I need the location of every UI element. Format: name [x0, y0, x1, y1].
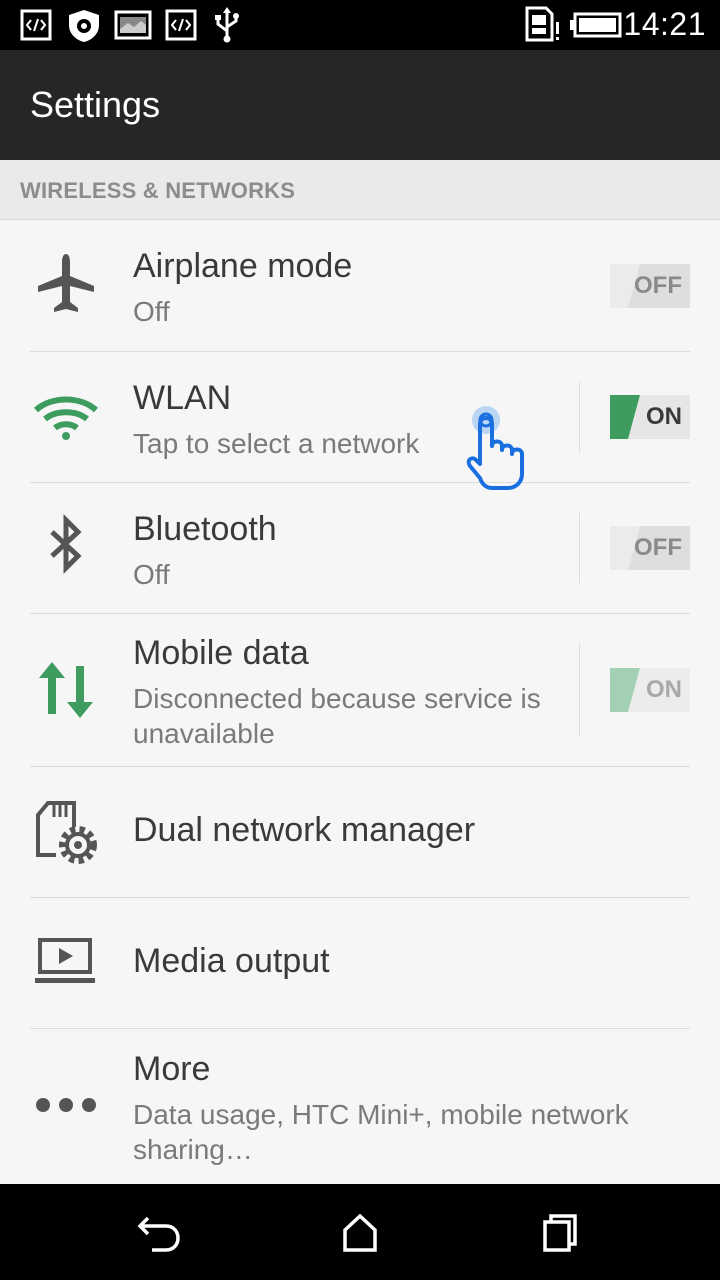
- section-title: WIRELESS & NETWORKS: [20, 178, 296, 203]
- code-icon: [165, 9, 197, 41]
- section-header: WIRELESS & NETWORKS: [0, 160, 720, 220]
- more-dots-icon: [36, 1098, 96, 1112]
- setting-subtitle: Off: [133, 559, 170, 590]
- usb-icon: [215, 7, 239, 43]
- setting-mobile-data[interactable]: Mobile data Disconnected because service…: [0, 614, 720, 767]
- image-icon: [114, 10, 152, 40]
- setting-subtitle: Disconnected because service is unavaila…: [133, 683, 541, 749]
- app-bar: Settings: [0, 50, 720, 160]
- setting-title: WLAN: [133, 379, 232, 417]
- sim-alert-icon: [525, 6, 559, 42]
- code-icon: [20, 9, 52, 41]
- toggle-label: ON: [646, 676, 682, 703]
- setting-title: More: [133, 1050, 211, 1088]
- vertical-separator: [579, 382, 580, 452]
- setting-dual-network-manager[interactable]: Dual network manager: [0, 767, 720, 898]
- clock: 14:21: [623, 6, 706, 42]
- toggle-label: OFF: [634, 534, 682, 561]
- vertical-separator: [579, 513, 580, 583]
- setting-wlan[interactable]: WLAN Tap to select a network ON: [0, 352, 720, 483]
- status-bar: 14:21: [0, 0, 720, 50]
- settings-list: Airplane mode Off OFF WLAN Tap to select…: [0, 220, 720, 1184]
- back-icon[interactable]: [130, 1208, 190, 1258]
- airplane-mode-toggle[interactable]: OFF: [610, 264, 690, 308]
- bluetooth-icon: [50, 513, 82, 575]
- home-icon[interactable]: [330, 1208, 390, 1258]
- setting-subtitle: Off: [133, 296, 170, 327]
- media-play-icon: [35, 938, 95, 983]
- airplane-icon: [38, 254, 94, 312]
- setting-more[interactable]: More Data usage, HTC Mini+, mobile netwo…: [0, 1029, 720, 1184]
- wlan-toggle[interactable]: ON: [610, 395, 690, 439]
- touch-indicator-icon: [466, 406, 524, 490]
- shield-gear-icon: [69, 10, 99, 42]
- recents-icon[interactable]: [530, 1208, 590, 1258]
- setting-bluetooth[interactable]: Bluetooth Off OFF: [0, 483, 720, 614]
- setting-title: Mobile data: [133, 634, 309, 672]
- sim-gear-icon: [36, 801, 97, 864]
- wifi-icon: [34, 396, 98, 440]
- setting-title: Dual network manager: [133, 811, 476, 849]
- page-title: Settings: [30, 84, 161, 125]
- setting-title: Bluetooth: [133, 510, 277, 548]
- toggle-label: OFF: [634, 272, 682, 299]
- setting-title: Airplane mode: [133, 247, 353, 285]
- setting-subtitle: Data usage, HTC Mini+, mobile network sh…: [133, 1099, 629, 1165]
- mobile-data-toggle[interactable]: ON: [610, 668, 690, 712]
- bluetooth-toggle[interactable]: OFF: [610, 526, 690, 570]
- data-arrows-icon: [39, 662, 93, 718]
- setting-airplane-mode[interactable]: Airplane mode Off OFF: [0, 220, 720, 352]
- vertical-separator: [579, 644, 580, 736]
- battery-icon: [570, 12, 622, 38]
- toggle-label: ON: [646, 403, 682, 430]
- setting-media-output[interactable]: Media output: [0, 898, 720, 1029]
- navigation-bar: [0, 1184, 720, 1280]
- setting-title: Media output: [133, 942, 330, 980]
